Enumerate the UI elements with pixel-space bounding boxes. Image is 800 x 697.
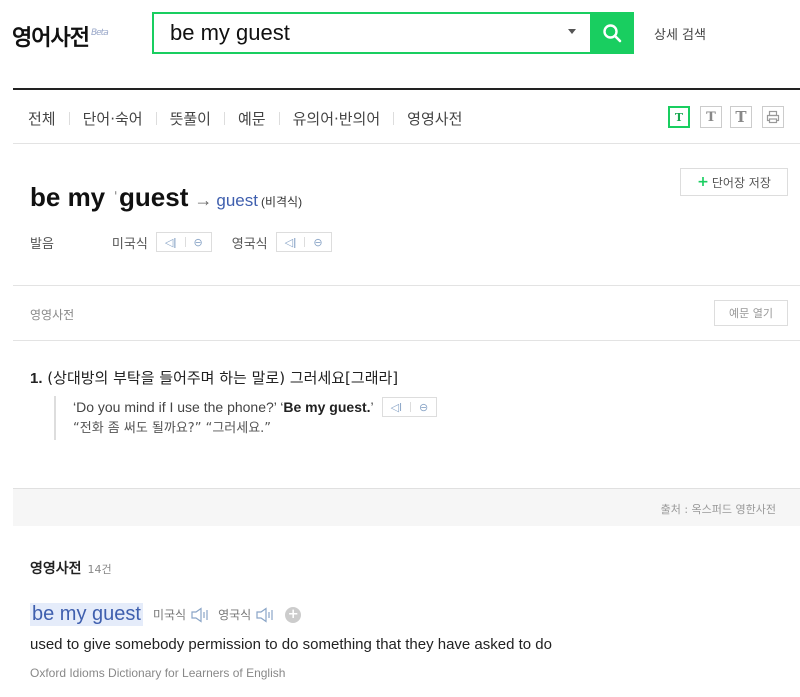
section-divider: [13, 340, 800, 341]
speaker-icon[interactable]: [255, 606, 275, 623]
tabs-divider: [13, 143, 800, 144]
search-icon: [603, 24, 622, 43]
definition-1: 1. (상대방의 부탁을 들어주며 하는 말로) 그러세요[그래라]: [30, 367, 398, 388]
font-size-small-button[interactable]: T: [668, 106, 690, 128]
tab-words-idioms[interactable]: 단어·숙어: [83, 108, 143, 129]
register-label: (비격식): [260, 195, 303, 209]
search-input[interactable]: [170, 20, 550, 46]
section-divider: [13, 285, 800, 286]
search-box: [152, 12, 634, 54]
pronunciation-label: 발음: [30, 236, 54, 252]
section-title: 영영사전: [30, 308, 75, 322]
header-divider: [13, 88, 800, 90]
dictionary-logo[interactable]: 영어사전 Beta: [12, 20, 109, 52]
tab-separator: [68, 112, 70, 125]
tab-separator: [278, 112, 280, 125]
ee-entry-row: be my guest 미국식 영국식 +: [30, 603, 302, 626]
speaker-icon[interactable]: ◁ǀ: [285, 236, 297, 249]
toggle-examples-button[interactable]: 예문 열기: [714, 300, 788, 326]
example-sentence: ‘Do you mind if I use the phone?’ ‘Be my…: [73, 396, 438, 418]
tab-separator: [223, 112, 225, 125]
example-translation: “전화 좀 써도 될까요?” “그러세요.”: [73, 421, 272, 436]
tab-synonyms-antonyms[interactable]: 유의어·반의어: [293, 108, 381, 129]
source-text: 출처 : 옥스퍼드 영한사전: [660, 503, 776, 516]
repeat-icon[interactable]: ⊖: [313, 236, 322, 249]
tab-all[interactable]: 전체: [28, 108, 56, 129]
ee-source: Oxford Idioms Dictionary for Learners of…: [30, 666, 286, 680]
pronunciation-row: 발음 미국식 ◁ǀ ⊖ 영국식 ◁ǀ ⊖: [30, 232, 332, 252]
search-button[interactable]: [590, 12, 634, 54]
entry-headword: be my ˈguest → guest (비격식): [30, 182, 303, 212]
tab-examples[interactable]: 예문: [238, 108, 266, 129]
related-word-link[interactable]: guest: [216, 191, 258, 210]
speaker-icon[interactable]: ◁ǀ: [391, 401, 402, 414]
tab-english-english[interactable]: 영영사전: [407, 108, 462, 129]
result-count: 14건: [87, 563, 112, 576]
save-to-wordbook-button[interactable]: + 단어장 저장: [680, 168, 788, 196]
source-bar: 출처 : 옥스퍼드 영한사전: [13, 488, 800, 526]
definition-number: 1.: [30, 370, 43, 387]
us-label: 미국식: [111, 236, 148, 252]
example-audio-controls: ◁ǀ ⊖: [381, 397, 438, 417]
result-tabs: 전체 단어·숙어 뜻풀이 예문 유의어·반의어 영영사전: [28, 108, 462, 129]
example-block: ‘Do you mind if I use the phone?’ ‘Be my…: [54, 396, 438, 440]
tab-separator: [155, 112, 157, 125]
speaker-icon[interactable]: [190, 606, 210, 623]
uk-label: 영국식: [231, 236, 268, 252]
font-size-large-button[interactable]: T: [730, 106, 752, 128]
tab-separator: [393, 112, 395, 125]
ee-definition: used to give somebody permission to do s…: [30, 636, 552, 653]
arrow-icon: →: [194, 190, 213, 210]
plus-icon: +: [697, 174, 709, 190]
uk-audio-controls: ◁ǀ ⊖: [275, 232, 332, 252]
english-english-heading: 영영사전 14건: [30, 561, 112, 577]
uk-label: 영국식: [218, 608, 252, 622]
us-label: 미국식: [152, 608, 187, 622]
repeat-icon[interactable]: ⊖: [194, 236, 203, 249]
font-size-medium-button[interactable]: T: [700, 106, 722, 128]
ee-headword-link[interactable]: be my guest: [30, 603, 143, 626]
definition-text: (상대방의 부탁을 들어주며 하는 말로) 그러세요[그래라]: [47, 369, 399, 387]
autocomplete-dropdown-icon[interactable]: [568, 29, 576, 34]
speaker-icon[interactable]: ◁ǀ: [165, 236, 177, 249]
repeat-icon[interactable]: ⊖: [419, 401, 428, 414]
tab-meanings[interactable]: 뜻풀이: [170, 108, 211, 129]
advanced-search-link[interactable]: 상세 검색: [654, 24, 706, 43]
add-to-wordbook-icon[interactable]: +: [285, 606, 302, 623]
us-audio-controls: ◁ǀ ⊖: [155, 232, 212, 252]
print-button[interactable]: [762, 106, 784, 128]
beta-badge: Beta: [90, 28, 109, 38]
print-icon: [766, 110, 780, 124]
